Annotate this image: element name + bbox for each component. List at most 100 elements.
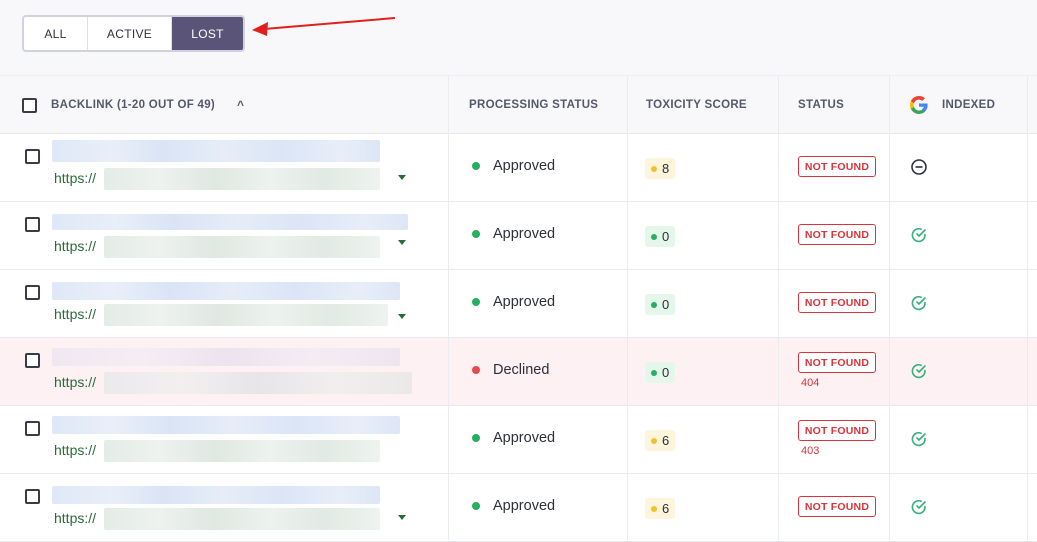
column-backlink[interactable]: BACKLINK (1-20 OUT OF 49) ^ [22,76,442,134]
column-divider [448,75,449,540]
backlink-url-redacted[interactable] [104,372,412,394]
column-divider [627,75,628,540]
column-processing-label: PROCESSING STATUS [469,99,599,111]
toxicity-value: 6 [662,433,670,448]
table-row: https:// Approved 0 NOT FOUND [0,202,1037,270]
google-icon [910,96,928,114]
toxicity-dot-icon [651,369,657,376]
toxicity-badge: 0 [645,294,676,315]
indexed-check-icon [911,364,926,379]
status-dot-icon [472,366,480,374]
column-divider [1027,75,1028,540]
backlink-title-redacted[interactable] [52,416,400,434]
toxicity-badge: 6 [645,430,676,451]
toxicity-dot-icon [651,301,657,308]
indexed-check-icon [911,228,926,243]
toxicity-value: 0 [662,365,670,380]
status-badge: NOT FOUND [798,496,876,517]
processing-status-label: Approved [493,430,556,446]
indexed-check-icon [911,432,926,447]
tab-all[interactable]: ALL [24,17,88,50]
toxicity-value: 8 [662,161,670,176]
processing-status-label: Approved [493,226,556,242]
status-dot-icon [472,502,480,510]
http-status-code: 403 [801,445,820,457]
toxicity-value: 0 [662,297,670,312]
status-badge: NOT FOUND [798,156,876,177]
column-backlink-label: BACKLINK (1-20 OUT OF 49) [51,99,216,111]
processing-status-label: Declined [493,362,550,378]
column-indexed[interactable]: INDEXED [910,76,995,134]
processing-status: Declined [472,362,549,378]
table-row: https:// Declined 0 NOT FOUND 404 [0,338,1037,406]
row-checkbox[interactable] [25,217,40,232]
toxicity-dot-icon [651,437,657,444]
status-badge: NOT FOUND [798,224,876,245]
expand-url-icon[interactable] [398,240,406,245]
column-status-label: STATUS [798,99,845,111]
backlink-url-prefix[interactable]: https:// [54,510,96,526]
filter-bar: ALL ACTIVE LOST [0,0,1037,75]
backlink-url-redacted[interactable] [104,508,380,530]
status-dot-icon [472,230,480,238]
row-checkbox[interactable] [25,285,40,300]
table-header: BACKLINK (1-20 OUT OF 49) ^ PROCESSING S… [0,75,1037,134]
processing-status: Approved [472,158,555,174]
table-row: https:// Approved 6 NOT FOUND 403 [0,406,1037,474]
processing-status-label: Approved [493,294,556,310]
tab-active[interactable]: ACTIVE [88,17,172,50]
row-checkbox[interactable] [25,489,40,504]
select-all-checkbox[interactable] [22,97,37,113]
toxicity-value: 0 [662,229,670,244]
status-badge: NOT FOUND [798,420,876,441]
row-checkbox[interactable] [25,149,40,164]
table-row: https:// Approved 0 NOT FOUND [0,270,1037,338]
column-status[interactable]: STATUS [798,76,844,134]
backlink-title-redacted[interactable] [52,282,400,300]
column-toxicity-score[interactable]: TOXICITY SCORE [646,76,747,134]
expand-url-icon[interactable] [398,175,406,180]
status-dot-icon [472,298,480,306]
status-badge: NOT FOUND [798,292,876,313]
sort-ascending-icon[interactable]: ^ [237,98,244,112]
backlink-title-redacted[interactable] [52,348,400,366]
backlink-url-prefix[interactable]: https:// [54,442,96,458]
processing-status: Approved [472,294,555,310]
backlink-url-prefix[interactable]: https:// [54,238,96,254]
table-row: https:// Approved 8 NOT FOUND [0,134,1037,202]
backlink-title-redacted[interactable] [52,214,408,230]
backlink-url-prefix[interactable]: https:// [54,306,96,322]
processing-status: Approved [472,498,555,514]
status-dot-icon [472,434,480,442]
processing-status-label: Approved [493,498,556,514]
toxicity-badge: 0 [645,226,676,247]
expand-url-icon[interactable] [398,515,406,520]
row-checkbox[interactable] [25,353,40,368]
annotation-arrow-icon [252,17,396,36]
toxicity-badge: 0 [645,362,676,383]
backlink-url-redacted[interactable] [104,304,388,326]
row-checkbox[interactable] [25,421,40,436]
backlink-url-prefix[interactable]: https:// [54,374,96,390]
backlink-title-redacted[interactable] [52,486,380,504]
toxicity-dot-icon [651,233,657,240]
indexed-check-icon [911,296,926,311]
tab-lost[interactable]: LOST [172,17,243,50]
backlink-url-prefix[interactable]: https:// [54,170,96,186]
processing-status: Approved [472,226,555,242]
column-divider [778,75,779,540]
toxicity-dot-icon [651,505,657,512]
backlink-filter-tabs: ALL ACTIVE LOST [22,15,245,52]
column-toxicity-label: TOXICITY SCORE [646,99,747,111]
backlink-url-redacted[interactable] [104,236,380,258]
toxicity-value: 6 [662,501,670,516]
table-row: https:// Approved 6 NOT FOUND [0,474,1037,542]
column-processing-status[interactable]: PROCESSING STATUS [469,76,598,134]
status-badge: NOT FOUND [798,352,876,373]
http-status-code: 404 [801,377,820,389]
expand-url-icon[interactable] [398,314,406,319]
backlink-url-redacted[interactable] [104,168,380,190]
backlink-url-redacted[interactable] [104,440,380,462]
column-indexed-label: INDEXED [942,99,996,111]
backlink-title-redacted[interactable] [52,140,380,162]
